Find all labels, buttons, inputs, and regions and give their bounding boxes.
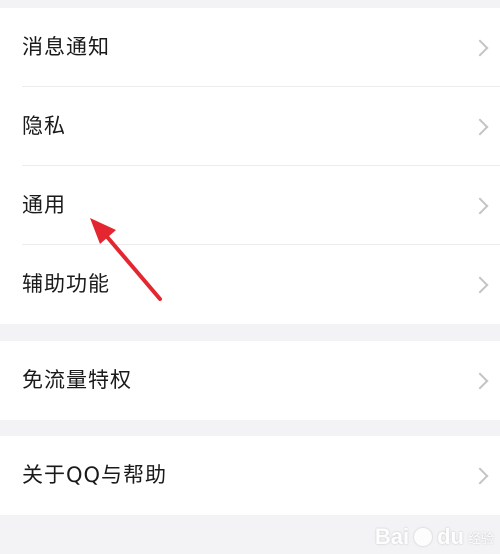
chevron-right-icon — [471, 39, 489, 56]
chevron-right-icon — [471, 197, 489, 214]
settings-item-notifications[interactable]: 消息通知 — [0, 8, 500, 87]
settings-group-traffic: 免流量特权 — [0, 341, 500, 420]
settings-item-accessibility[interactable]: 辅助功能 — [0, 245, 500, 324]
watermark-brand-suffix: du — [437, 524, 464, 549]
settings-item-free-data[interactable]: 免流量特权 — [0, 341, 500, 420]
baidu-watermark: Bai du 经验 — [375, 524, 494, 550]
chevron-right-icon — [471, 467, 489, 484]
settings-group-about: 关于QQ与帮助 — [0, 436, 500, 515]
watermark-brand: Bai — [374, 524, 410, 549]
chevron-right-icon — [471, 276, 489, 293]
settings-page: 消息通知 隐私 通用 辅助功能 免流量特权 关于QQ与帮助 Bai du 经验 — [0, 0, 500, 554]
chevron-right-icon — [471, 372, 489, 389]
settings-item-label: 消息通知 — [22, 35, 110, 59]
settings-item-label: 隐私 — [22, 114, 66, 138]
chevron-right-icon — [471, 118, 489, 135]
settings-group-main: 消息通知 隐私 通用 辅助功能 — [0, 8, 500, 324]
settings-item-about-help[interactable]: 关于QQ与帮助 — [0, 436, 500, 515]
settings-item-label: 辅助功能 — [22, 272, 110, 296]
settings-item-general[interactable]: 通用 — [0, 166, 500, 245]
watermark-sub: 经验 — [467, 530, 494, 546]
paw-icon — [414, 528, 433, 546]
settings-item-privacy[interactable]: 隐私 — [0, 87, 500, 166]
settings-item-label: 免流量特权 — [22, 368, 132, 392]
settings-item-label: 关于QQ与帮助 — [22, 463, 168, 487]
settings-item-label: 通用 — [22, 193, 66, 217]
